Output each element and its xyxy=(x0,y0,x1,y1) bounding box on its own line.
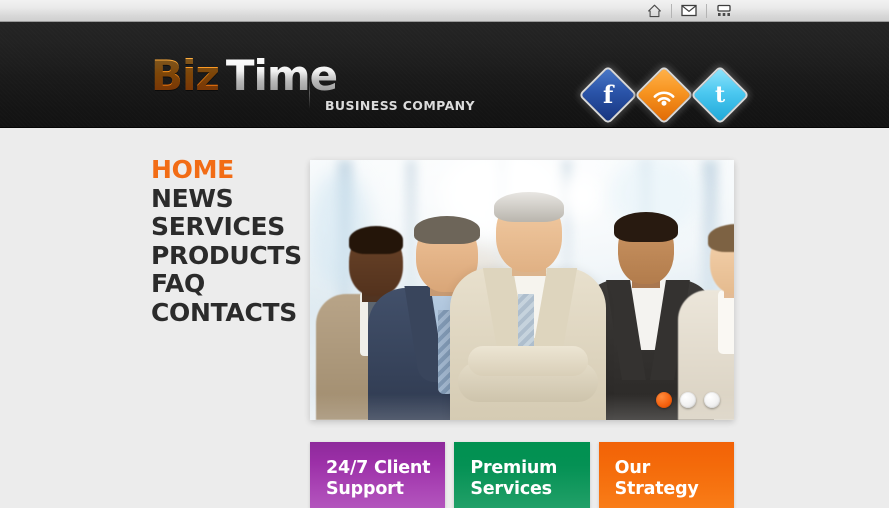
sitemap-icon[interactable] xyxy=(707,0,741,21)
nav-item-home[interactable]: HOME xyxy=(151,155,301,185)
site-tagline: BUSINESS COMPANY xyxy=(325,98,475,113)
promo-line-2: Services xyxy=(470,479,552,499)
rss-glyph xyxy=(653,84,675,106)
logo-primary-text: Biz xyxy=(151,51,220,100)
person-3 xyxy=(450,192,606,420)
logo-secondary-text: Time xyxy=(225,51,338,100)
promo-line-1: 24/7 Client xyxy=(326,458,431,478)
rss-icon[interactable] xyxy=(634,65,694,125)
nav-item-news[interactable]: NEWS xyxy=(151,184,301,214)
page-body: HOME NEWS SERVICES PRODUCTS FAQ CONTACTS xyxy=(0,128,889,508)
slider-dot-3[interactable] xyxy=(704,392,720,408)
promo-line-2: Strategy xyxy=(614,479,699,499)
mail-icon[interactable] xyxy=(672,0,706,21)
facebook-glyph: f xyxy=(602,79,614,109)
slider-dot-2[interactable] xyxy=(680,392,696,408)
promo-line-2: Support xyxy=(326,479,404,499)
page-root: Biz Time BUSINESS COMPANY f t HOME NEWS … xyxy=(0,0,889,508)
twitter-icon[interactable]: t xyxy=(690,65,750,125)
nav-item-faq[interactable]: FAQ xyxy=(151,269,301,299)
hero-slider[interactable] xyxy=(310,160,734,420)
logo-divider xyxy=(309,78,310,108)
promo-premium-services[interactable]: Premium Services xyxy=(454,442,590,508)
promo-line-1: Premium xyxy=(470,458,558,478)
nav-item-services[interactable]: SERVICES xyxy=(151,212,301,242)
home-icon[interactable] xyxy=(637,0,671,21)
promo-line-1: Our xyxy=(614,458,651,478)
facebook-icon[interactable]: f xyxy=(578,65,638,125)
nav-item-products[interactable]: PRODUCTS xyxy=(151,241,302,271)
site-header: Biz Time BUSINESS COMPANY f t xyxy=(0,22,889,128)
slider-dot-1[interactable] xyxy=(656,392,672,408)
social-links: f t xyxy=(578,65,750,125)
promo-client-support[interactable]: 24/7 Client Support xyxy=(310,442,446,508)
main-navigation: HOME NEWS SERVICES PRODUCTS FAQ CONTACTS xyxy=(151,155,302,328)
slider-pagination xyxy=(656,392,720,408)
promo-boxes: 24/7 Client Support Premium Services Our… xyxy=(310,442,734,508)
hero-image xyxy=(310,160,734,420)
toolbar-icon-group xyxy=(637,0,741,22)
nav-item-contacts[interactable]: CONTACTS xyxy=(151,298,301,328)
twitter-glyph: t xyxy=(714,81,726,108)
browser-toolbar xyxy=(0,0,889,22)
promo-our-strategy[interactable]: Our Strategy xyxy=(598,442,734,508)
person-5 xyxy=(678,224,734,420)
